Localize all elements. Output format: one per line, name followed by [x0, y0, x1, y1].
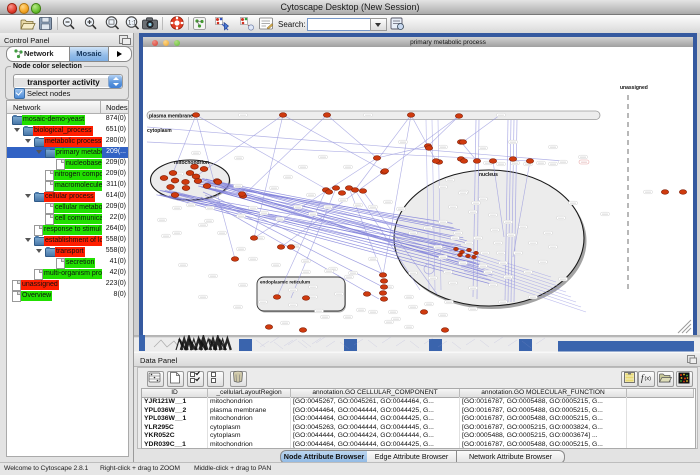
svg-text:cytoplasm: cytoplasm [147, 128, 172, 134]
svg-text:endoplasmic reticulum: endoplasmic reticulum [260, 280, 310, 285]
svg-text:nucleus: nucleus [479, 172, 498, 178]
svg-text:unassigned: unassigned [620, 85, 648, 91]
svg-text:1:1: 1:1 [128, 20, 137, 26]
svg-text:mitochondrion: mitochondrion [174, 160, 209, 166]
svg-text:plasma membrane: plasma membrane [149, 114, 193, 120]
